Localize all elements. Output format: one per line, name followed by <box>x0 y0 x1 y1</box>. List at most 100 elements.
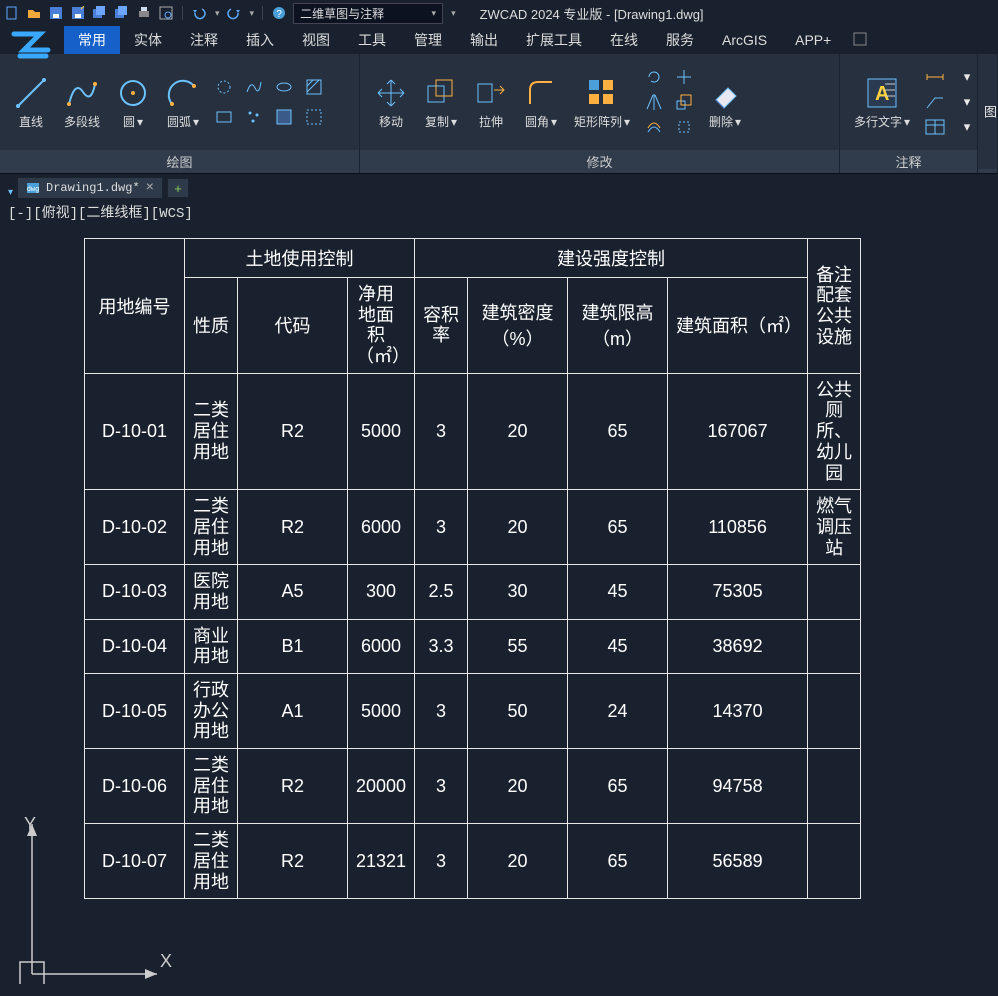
overflow-label[interactable]: 图 <box>980 105 998 118</box>
copy-button[interactable]: 复制▾ <box>420 73 462 132</box>
annot-small-tools: ▾ ▾ ▾ <box>922 66 980 138</box>
ucs-indicator[interactable]: Y X <box>12 814 172 984</box>
qat-save-icon[interactable] <box>48 5 64 21</box>
table-row: D-10-01二类居住用地R2500032065167067公共厕所、幼儿园 <box>85 373 861 489</box>
document-tabs: ▾ dwg Drawing1.dwg* × + <box>0 174 998 198</box>
svg-text:?: ? <box>276 9 282 20</box>
table-drop-icon[interactable]: ▾ <box>954 116 980 138</box>
tab-output[interactable]: 输出 <box>456 26 512 54</box>
mirror-icon[interactable] <box>642 91 666 113</box>
svg-text:A: A <box>875 83 889 105</box>
leader-drop-icon[interactable]: ▾ <box>954 91 980 113</box>
spline-icon[interactable] <box>242 74 266 100</box>
copy-icon <box>424 75 458 111</box>
panel-annotate: A 多行文字▾ ▾ ▾ ▾ 注释 <box>840 54 978 173</box>
drawing-canvas[interactable]: [-][俯视][二维线框][WCS] 用地编号 土地使用控制 建设强度控制 备注… <box>0 198 998 994</box>
region-icon[interactable] <box>272 104 296 130</box>
qat-saveas-icon[interactable] <box>70 5 86 21</box>
polygon-icon[interactable] <box>212 74 236 100</box>
redo-dropdown-icon[interactable]: ▾ <box>250 8 255 19</box>
qat-undo-icon[interactable] <box>191 5 207 21</box>
panel-draw-label[interactable]: 绘图 <box>0 150 359 173</box>
line-button[interactable]: 直线 <box>10 73 52 132</box>
th-nature: 性质 <box>185 278 238 374</box>
qat-preview-icon[interactable] <box>158 5 174 21</box>
line-icon <box>14 75 48 111</box>
undo-dropdown-icon[interactable]: ▾ <box>215 8 220 19</box>
new-tab-button[interactable]: + <box>167 178 189 198</box>
fillet-button[interactable]: 圆角▾ <box>520 73 562 132</box>
tab-arcgis[interactable]: ArcGIS <box>708 28 781 52</box>
tab-insert[interactable]: 插入 <box>232 26 288 54</box>
trim-icon[interactable] <box>672 66 696 88</box>
rect-icon[interactable] <box>212 104 236 130</box>
th-netarea: 净用地面积（㎡） <box>348 278 415 374</box>
stretch-button[interactable]: 拉伸 <box>470 73 512 132</box>
arc-button[interactable]: 圆弧▾ <box>162 73 204 132</box>
workspace-selector[interactable]: 二维草图与注释 ▾ <box>293 3 443 24</box>
th-height: 建筑限高（m） <box>568 278 668 374</box>
polyline-button[interactable]: 多段线 <box>60 73 104 132</box>
tab-common[interactable]: 常用 <box>64 26 120 54</box>
erase-button[interactable]: 删除▾ <box>704 73 746 132</box>
array-icon <box>585 75 619 111</box>
qat-open-icon[interactable] <box>26 5 42 21</box>
panel-modify-label[interactable]: 修改 <box>360 150 839 173</box>
hatch-icon[interactable] <box>302 74 326 100</box>
tab-app[interactable]: APP+ <box>781 28 845 52</box>
table-icon[interactable] <box>922 116 948 138</box>
qat-print-icon[interactable] <box>136 5 152 21</box>
points-icon[interactable] <box>242 104 266 130</box>
mtext-button[interactable]: A 多行文字▾ <box>850 73 914 132</box>
tab-manage[interactable]: 管理 <box>400 26 456 54</box>
qat-overflow-icon[interactable]: ▾ <box>451 8 456 19</box>
workspace-label: 二维草图与注释 <box>300 5 384 22</box>
mtext-icon: A <box>865 75 899 111</box>
viewport-label[interactable]: [-][俯视][二维线框][WCS] <box>8 202 193 222</box>
qat-saveall2-icon[interactable] <box>114 5 130 21</box>
tab-online[interactable]: 在线 <box>596 26 652 54</box>
tab-focus-icon[interactable] <box>845 28 875 53</box>
tab-annotate[interactable]: 注释 <box>176 26 232 54</box>
quick-access-toolbar: ▾ ▾ ? 二维草图与注释 ▾ ▾ <box>4 3 456 24</box>
titlebar: ▾ ▾ ? 二维草图与注释 ▾ ▾ ZWCAD 2024 专业版 - [Draw… <box>0 0 998 26</box>
tab-tools[interactable]: 工具 <box>344 26 400 54</box>
close-icon[interactable]: × <box>146 180 154 196</box>
leader-icon[interactable] <box>922 91 948 113</box>
explode-icon[interactable] <box>672 116 696 138</box>
svg-text:dwg: dwg <box>27 186 40 194</box>
tab-pin-icon[interactable]: ▾ <box>4 187 17 198</box>
erase-icon <box>708 75 742 111</box>
app-logo[interactable] <box>4 28 58 62</box>
table-row: D-10-07二类居住用地R2213213206556589 <box>85 824 861 899</box>
scale-icon[interactable] <box>672 91 696 113</box>
qat-new-icon[interactable] <box>4 5 20 21</box>
qat-saveall-icon[interactable] <box>92 5 108 21</box>
dim-linear-icon[interactable] <box>922 66 948 88</box>
tab-ext[interactable]: 扩展工具 <box>512 26 596 54</box>
offset-icon[interactable] <box>642 116 666 138</box>
ellipse-icon[interactable] <box>272 74 296 100</box>
th-far: 容积率 <box>415 278 468 374</box>
stretch-icon <box>474 75 508 111</box>
draw-small-tools <box>212 74 326 130</box>
gradient-icon[interactable] <box>302 104 326 130</box>
rotate-icon[interactable] <box>642 66 666 88</box>
panel-annot-label[interactable]: 注释 <box>840 150 977 173</box>
qat-help-icon[interactable]: ? <box>271 5 287 21</box>
tab-solid[interactable]: 实体 <box>120 26 176 54</box>
document-tab[interactable]: dwg Drawing1.dwg* × <box>17 177 163 198</box>
tab-view[interactable]: 视图 <box>288 26 344 54</box>
move-button[interactable]: 移动 <box>370 73 412 132</box>
th-group2: 建设强度控制 <box>415 239 808 278</box>
fillet-icon <box>524 75 558 111</box>
app-title: ZWCAD 2024 专业版 - [Drawing1.dwg] <box>480 4 704 23</box>
circle-button[interactable]: 圆▾ <box>112 73 154 132</box>
ucs-x-label: X <box>160 951 172 972</box>
array-button[interactable]: 矩形阵列▾ <box>570 73 634 132</box>
th-density: 建筑密度（%） <box>468 278 568 374</box>
qat-redo-icon[interactable] <box>226 5 242 21</box>
dim-drop-icon[interactable]: ▾ <box>954 66 980 88</box>
move-icon <box>374 75 408 111</box>
tab-services[interactable]: 服务 <box>652 26 708 54</box>
